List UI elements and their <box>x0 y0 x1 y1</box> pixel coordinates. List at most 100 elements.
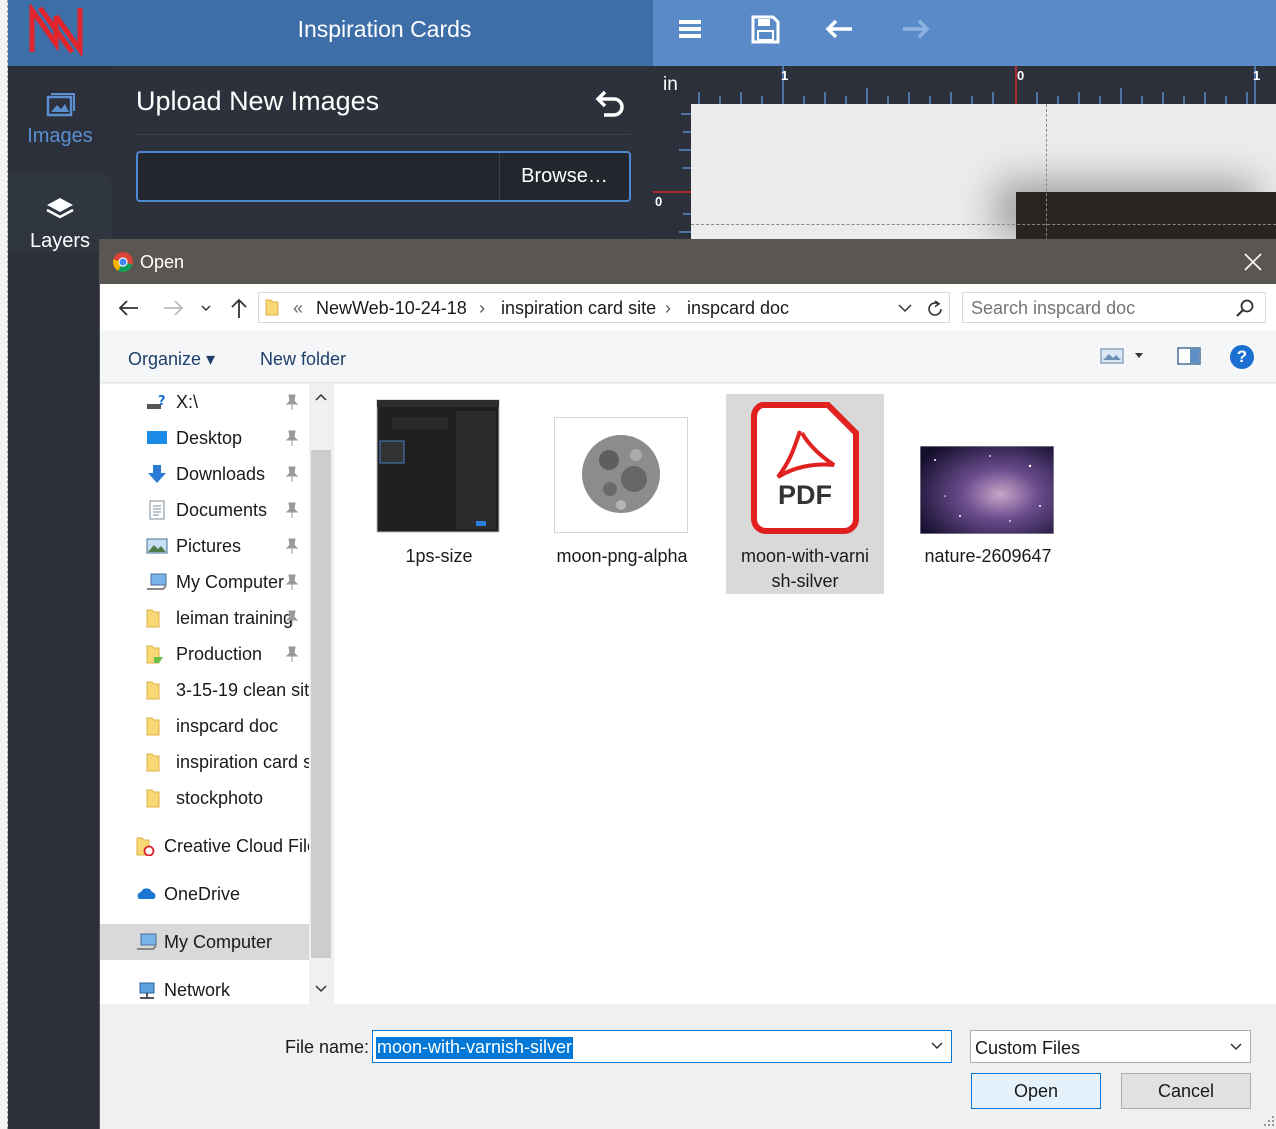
nav-item-label: 3-15-19 clean site <box>176 680 309 700</box>
file-item[interactable]: PDF moon-with-varni sh-silver <box>726 394 884 594</box>
nav-item-x-drive[interactable]: ? X:\ <box>100 384 309 420</box>
svg-text:?: ? <box>158 394 166 409</box>
chevron-down-icon[interactable] <box>930 1040 944 1052</box>
file-name-label: File name: <box>285 1037 370 1057</box>
pin-icon <box>285 466 299 482</box>
nav-item-label: OneDrive <box>164 884 241 904</box>
ruler-label: 1 <box>1253 68 1261 83</box>
nav-item-downloads[interactable]: Downloads <box>100 456 309 492</box>
chevron-down-icon[interactable] <box>897 301 913 315</box>
file-list: 1ps-size moon-png-alpha PDF moon-with-va… <box>334 384 1276 1004</box>
chevron-down-icon[interactable] <box>1134 352 1144 360</box>
search-box[interactable] <box>962 292 1266 323</box>
back-arrow-icon[interactable] <box>594 88 626 118</box>
ruler-label: 0 <box>655 194 663 209</box>
desktop-icon <box>147 431 167 444</box>
search-input[interactable] <box>971 297 1231 319</box>
nav-item-label: Desktop <box>176 428 243 448</box>
layers-icon <box>46 198 74 219</box>
open-file-dialog: Open « NewWeb-10-24-18 › inspiration car… <box>99 239 1276 1129</box>
refresh-icon[interactable] <box>925 299 945 319</box>
undo-icon[interactable] <box>822 12 858 46</box>
dialog-footer: File name: moon-with-varnish-silver Cust… <box>100 1004 1276 1129</box>
close-icon[interactable] <box>1243 252 1263 272</box>
pictures-icon <box>146 538 168 554</box>
folder-icon <box>146 645 163 664</box>
scroll-up-icon[interactable] <box>314 392 328 402</box>
tab-layers[interactable]: Layers <box>8 172 112 252</box>
moon-thumbnail <box>554 417 688 533</box>
upload-field[interactable]: Browse… <box>136 151 631 202</box>
file-item[interactable]: 1ps-size <box>360 394 518 594</box>
download-icon <box>148 465 166 483</box>
new-folder-button[interactable]: New folder <box>260 349 346 370</box>
file-type-value: Custom Files <box>975 1038 1081 1058</box>
cancel-button[interactable]: Cancel <box>1121 1073 1251 1109</box>
file-type-select[interactable]: Custom Files <box>970 1030 1251 1063</box>
forward-icon[interactable] <box>162 297 186 319</box>
search-icon[interactable] <box>1235 298 1255 318</box>
nav-item-documents[interactable]: Documents <box>100 492 309 528</box>
folder-icon <box>146 681 160 700</box>
breadcrumb-segment[interactable]: NewWeb-10-24-18 <box>316 298 467 319</box>
file-name-input[interactable]: moon-with-varnish-silver <box>376 1037 574 1059</box>
pdf-icon <box>751 402 859 534</box>
file-name-field[interactable]: moon-with-varnish-silver <box>372 1030 952 1063</box>
card-preview <box>1016 192 1276 246</box>
nav-item-folder[interactable]: stockphoto <box>100 780 309 816</box>
logo-icon <box>29 4 83 56</box>
pdf-label: PDF <box>778 480 832 510</box>
ruler-label: 1 <box>781 68 789 83</box>
tab-images[interactable]: Images <box>8 80 112 170</box>
file-item[interactable]: moon-png-alpha <box>543 394 701 594</box>
nav-item-desktop[interactable]: Desktop <box>100 420 309 456</box>
breadcrumb[interactable]: « NewWeb-10-24-18 › inspiration card sit… <box>258 292 950 323</box>
preview-pane-icon[interactable] <box>1177 346 1201 366</box>
recent-locations-icon[interactable] <box>198 297 214 319</box>
creative-cloud-icon <box>136 837 155 856</box>
dialog-titlebar: Open <box>100 239 1276 284</box>
nav-item-folder[interactable]: 3-15-19 clean site <box>100 672 309 708</box>
back-icon[interactable] <box>116 297 140 319</box>
resize-grip-icon[interactable] <box>1263 1115 1275 1127</box>
browse-button[interactable]: Browse… <box>499 153 629 200</box>
help-icon[interactable]: ? <box>1230 345 1254 369</box>
chevron-down-icon[interactable] <box>1229 1041 1243 1053</box>
onedrive-icon <box>137 888 156 899</box>
nav-item-my-computer[interactable]: My Computer <box>100 564 309 600</box>
images-icon <box>46 93 75 117</box>
organize-button[interactable]: Organize ▾ <box>128 349 215 370</box>
redo-icon[interactable] <box>897 12 933 46</box>
file-item[interactable]: nature-2609647 <box>909 394 1067 594</box>
nav-item-folder[interactable]: inspcard doc <box>100 708 309 744</box>
view-options-icon[interactable] <box>1100 347 1124 365</box>
ruler-unit: in <box>663 74 678 95</box>
nav-item-production[interactable]: Production <box>100 636 309 672</box>
breadcrumb-chevron: › <box>665 298 671 318</box>
ruler-vertical <box>653 113 691 233</box>
menu-icon[interactable] <box>672 12 708 46</box>
nav-item-my-computer[interactable]: My Computer <box>100 924 309 960</box>
nav-scrollbar[interactable] <box>309 384 333 1004</box>
dialog-title: Open <box>140 252 185 272</box>
nav-item-folder[interactable]: leiman training <box>100 600 309 636</box>
open-button[interactable]: Open <box>971 1073 1101 1109</box>
nav-item-pictures[interactable]: Pictures <box>100 528 309 564</box>
pin-icon <box>285 610 299 626</box>
scrollbar-thumb[interactable] <box>311 450 331 958</box>
folder-icon <box>146 753 160 772</box>
nav-item-creative-cloud[interactable]: Creative Cloud Files <box>100 828 309 864</box>
breadcrumb-segment[interactable]: inspcard doc <box>687 298 789 319</box>
nav-item-network[interactable]: Network <box>100 972 309 1004</box>
up-icon[interactable] <box>227 297 251 319</box>
scroll-down-icon[interactable] <box>314 984 328 994</box>
command-bar: Organize ▾ New folder ? <box>100 330 1276 383</box>
nav-item-label: inspcard doc <box>176 716 279 736</box>
breadcrumb-segment[interactable]: inspiration card site <box>501 298 656 319</box>
save-icon[interactable] <box>747 12 783 46</box>
address-row: « NewWeb-10-24-18 › inspiration card sit… <box>100 284 1276 330</box>
breadcrumb-overflow[interactable]: « <box>293 298 303 319</box>
nav-item-folder[interactable]: inspiration card site <box>100 744 309 780</box>
folder-icon <box>265 299 279 316</box>
nav-item-onedrive[interactable]: OneDrive <box>100 876 309 912</box>
